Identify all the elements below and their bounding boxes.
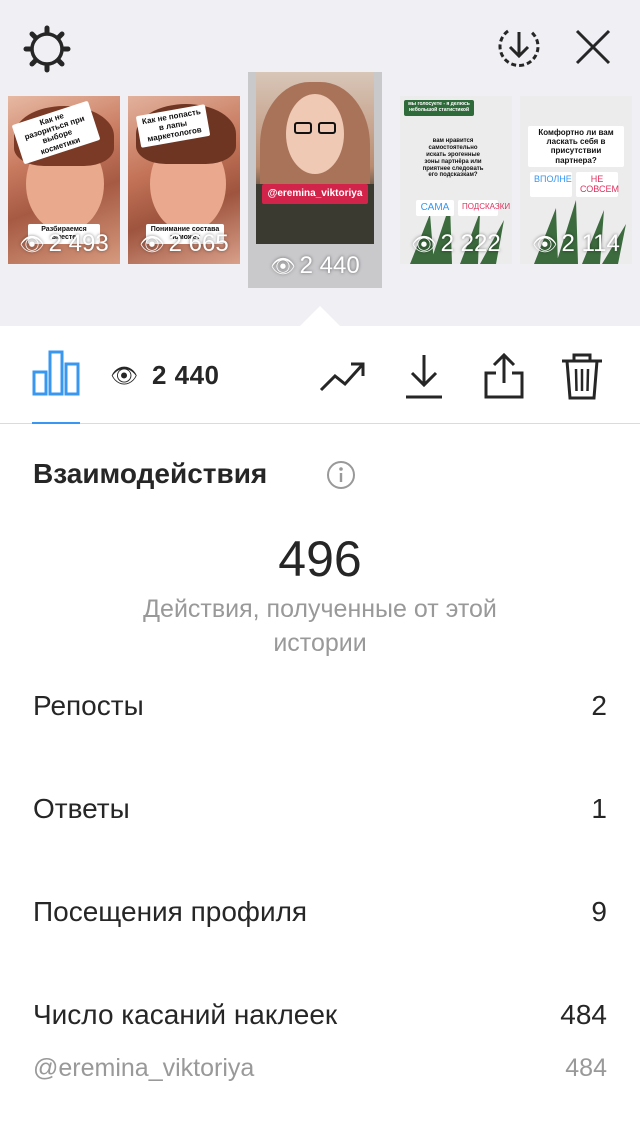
- poll-options: ВПОЛНЕ НЕ СОВСЕМ: [530, 172, 619, 197]
- poll-option-a: ВПОЛНЕ: [530, 172, 572, 197]
- story-thumbnail-selected[interactable]: @eremina_viktoriya 👁 2 440: [248, 72, 382, 288]
- story-thumbnail[interactable]: Как не разориться при выборе косметики Р…: [8, 96, 120, 264]
- poll-option-a: САМА: [416, 200, 454, 216]
- views-count: 2 440: [151, 360, 220, 390]
- eye-icon: 👁: [411, 233, 437, 256]
- story-toolbar: 👁 2 440: [0, 326, 640, 424]
- share-icon[interactable]: [478, 348, 530, 404]
- eye-icon: 👁: [139, 233, 165, 256]
- section-title: Взаимодействия: [33, 458, 268, 489]
- story-face: [286, 94, 344, 174]
- metric-value: 2: [591, 690, 607, 721]
- metric-value: 9: [591, 896, 607, 927]
- metric-label: @eremina_viktoriya: [33, 1054, 255, 1082]
- story-view-count: 👁 2 493: [19, 230, 109, 257]
- eye-icon: 👁: [270, 255, 296, 278]
- poll-option-b: НЕ СОВСЕМ: [576, 172, 619, 197]
- download-icon[interactable]: [398, 348, 450, 404]
- interactions-total: 496: [278, 531, 362, 587]
- story-thumbnail[interactable]: мы голосуете - я делюсь небольшой статис…: [400, 96, 512, 264]
- story-view-count: 👁 2 114: [532, 230, 620, 257]
- metric-row-sticker-taps: Число касаний наклеек 484: [33, 999, 607, 1031]
- eye-icon: 👁: [19, 233, 45, 256]
- gear-icon[interactable]: [22, 24, 72, 74]
- interactions-description: Действия, полученные от этой истории: [143, 595, 497, 657]
- metric-label: Посещения профиля: [33, 896, 308, 927]
- metric-label: Число касаний наклеек: [33, 999, 338, 1030]
- tab-active-indicator: [32, 422, 80, 424]
- metric-row-replies: Ответы 1: [33, 793, 607, 825]
- metric-value: 484: [565, 1054, 607, 1082]
- metric-label: Репосты: [33, 690, 144, 721]
- glasses-left: [294, 122, 312, 134]
- story-view-count: 👁 2 222: [411, 230, 501, 257]
- metric-row-reposts: Репосты 2: [33, 690, 607, 722]
- metric-value: 484: [560, 999, 607, 1030]
- story-view-count: 👁 2 440: [270, 252, 360, 279]
- close-icon[interactable]: [568, 22, 618, 72]
- trend-up-icon[interactable]: [318, 348, 370, 404]
- stories-row: Как не разориться при выборе косметики Р…: [0, 72, 640, 292]
- stories-carousel-area: Как не разориться при выборе косметики Р…: [0, 0, 640, 326]
- story-thumbnail[interactable]: Как не попасть в лапы маркетологов Поним…: [128, 96, 240, 264]
- eye-icon: 👁: [532, 233, 558, 256]
- metric-label: Ответы: [33, 793, 130, 824]
- metric-subrow-mention: @eremina_viktoriya 484: [33, 1054, 607, 1083]
- info-icon[interactable]: [326, 460, 356, 490]
- poll-question: вам нравится самостоятельно искать эроге…: [422, 138, 484, 179]
- views-summary: 👁 2 440: [110, 360, 220, 391]
- poll-question: Комфортно ли вам ласкать себя в присутст…: [528, 126, 624, 167]
- trash-icon[interactable]: [556, 348, 608, 404]
- eye-icon: 👁: [110, 362, 138, 388]
- metric-value: 1: [591, 793, 607, 824]
- mention-sticker: @eremina_viktoriya: [262, 184, 368, 204]
- poll-option-b: ПОДСКАЗКИ: [458, 200, 510, 216]
- glasses-right: [318, 122, 336, 134]
- bar-chart-icon: [32, 350, 80, 396]
- story-thumbnail[interactable]: Комфортно ли вам ласкать себя в присутст…: [520, 96, 632, 264]
- poll-options: САМА ПОДСКАЗКИ: [416, 200, 510, 216]
- metric-row-profile-visits: Посещения профиля 9: [33, 896, 607, 928]
- selection-pointer: [300, 306, 340, 326]
- story-header-text: мы голосуете - я делюсь небольшой статис…: [404, 100, 474, 116]
- insights-tab[interactable]: [30, 346, 82, 424]
- download-circle-icon[interactable]: [494, 22, 544, 72]
- story-view-count: 👁 2 665: [139, 230, 229, 257]
- story-image: @eremina_viktoriya: [256, 72, 374, 244]
